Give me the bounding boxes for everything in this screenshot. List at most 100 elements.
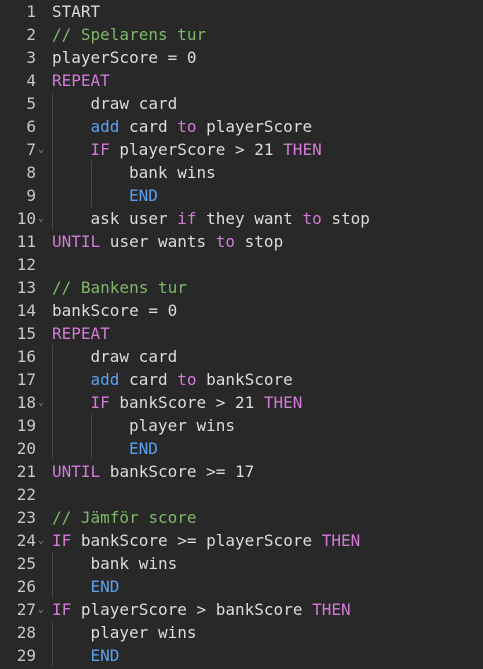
code-token: stop [235, 232, 284, 251]
code-line[interactable]: 13 // Bankens tur [0, 276, 483, 299]
fold-chevron-icon[interactable]: ⌄ [38, 138, 48, 161]
line-number: 26 [16, 577, 36, 596]
code-token: REPEAT [52, 324, 110, 343]
code-line[interactable]: 29 END [0, 644, 483, 667]
code-text: IF playerScore > 21 THEN [91, 138, 322, 161]
code-line[interactable]: 17 add card to bankScore [0, 368, 483, 391]
code-token: bankScore [196, 370, 293, 389]
code-line[interactable]: 27 ⌄ IF playerScore > bankScore THEN [0, 598, 483, 621]
code-token: if [177, 209, 197, 228]
code-token: playerScore > 21 [109, 140, 284, 159]
fold-chevron-icon[interactable]: ⌄ [38, 598, 48, 621]
line-number: 23 [16, 508, 36, 527]
fold-chevron-icon[interactable]: ⌄ [38, 529, 48, 552]
code-token: UNTIL [52, 462, 101, 481]
code-line[interactable]: 19 player wins [0, 414, 483, 437]
code-token: bankScore >= 17 [100, 462, 255, 481]
code-line[interactable]: 18 ⌄ IF bankScore > 21 THEN [0, 391, 483, 414]
code-text: END [91, 644, 120, 667]
code-line[interactable]: 23 // Jämför score [0, 506, 483, 529]
code-line[interactable]: 21 UNTIL bankScore >= 17 [0, 460, 483, 483]
code-token: stop [321, 209, 370, 228]
line-number: 21 [16, 462, 36, 481]
code-line[interactable]: 12 [0, 253, 483, 276]
line-number: 24 [16, 531, 36, 550]
code-text: player wins [91, 621, 197, 644]
line-number: 7 [26, 140, 36, 159]
line-number: 5 [26, 94, 36, 113]
line-number: 10 [16, 209, 36, 228]
code-text: START [52, 0, 100, 23]
code-line[interactable]: 2 // Spelarens tur [0, 23, 483, 46]
code-token: END [90, 646, 120, 665]
code-text: add card to playerScore [91, 115, 313, 138]
code-text: IF playerScore > bankScore THEN [52, 598, 351, 621]
code-line[interactable]: 6 add card to playerScore [0, 115, 483, 138]
line-number: 22 [16, 485, 36, 504]
line-number: 4 [26, 71, 36, 90]
line-number: 13 [16, 278, 36, 297]
code-line[interactable]: 24 ⌄ IF bankScore >= playerScore THEN [0, 529, 483, 552]
code-token: IF [52, 600, 72, 619]
code-token: playerScore [196, 117, 313, 136]
code-token: draw card [90, 347, 178, 366]
code-text: IF bankScore > 21 THEN [91, 391, 303, 414]
line-number: 29 [16, 646, 36, 665]
code-token: bankScore >= playerScore [71, 531, 322, 550]
code-line[interactable]: 14 bankScore = 0 [0, 299, 483, 322]
code-token: // Jämför score [52, 508, 197, 527]
line-number: 19 [16, 416, 36, 435]
code-token: bank wins [90, 554, 178, 573]
code-text: draw card [91, 345, 178, 368]
code-token: player wins [129, 416, 235, 435]
code-line[interactable]: 26 END [0, 575, 483, 598]
code-token: draw card [90, 94, 178, 113]
code-token: playerScore > bankScore [71, 600, 313, 619]
line-number: 25 [16, 554, 36, 573]
code-line[interactable]: 7 ⌄ IF playerScore > 21 THEN [0, 138, 483, 161]
code-line[interactable]: 8 bank wins [0, 161, 483, 184]
code-line[interactable]: 9 END [0, 184, 483, 207]
fold-chevron-icon[interactable]: ⌄ [38, 207, 48, 230]
code-line[interactable]: 25 bank wins [0, 552, 483, 575]
line-number: 8 [26, 163, 36, 182]
code-line[interactable]: 22 [0, 483, 483, 506]
code-token: REPEAT [52, 71, 110, 90]
code-line[interactable]: 16 draw card [0, 345, 483, 368]
code-text: IF bankScore >= playerScore THEN [52, 529, 360, 552]
code-line[interactable]: 1 START [0, 0, 483, 23]
code-token: THEN [283, 140, 322, 159]
code-token: card [119, 117, 178, 136]
code-line[interactable]: 4 REPEAT [0, 69, 483, 92]
code-text: bank wins [129, 161, 216, 184]
fold-chevron-icon[interactable]: ⌄ [38, 391, 48, 414]
line-number: 28 [16, 623, 36, 642]
code-text: // Spelarens tur [52, 23, 206, 46]
code-text: bank wins [91, 552, 178, 575]
code-text: END [129, 184, 158, 207]
code-line[interactable]: 11 UNTIL user wants to stop [0, 230, 483, 253]
code-token: bankScore = 0 [52, 301, 178, 320]
code-token: UNTIL [52, 232, 101, 251]
code-text: UNTIL bankScore >= 17 [52, 460, 254, 483]
code-line[interactable]: 10 ⌄ ask user if they want to stop [0, 207, 483, 230]
code-line[interactable]: 3 playerScore = 0 [0, 46, 483, 69]
code-line[interactable]: 15 REPEAT [0, 322, 483, 345]
code-line[interactable]: 28 player wins [0, 621, 483, 644]
line-number: 20 [16, 439, 36, 458]
code-text: ask user if they want to stop [91, 207, 370, 230]
line-number: 18 [16, 393, 36, 412]
line-number: 6 [26, 117, 36, 136]
code-line[interactable]: 5 draw card [0, 92, 483, 115]
code-editor[interactable]: 1 START 2 // Spelarens tur 3 playerScore = 0 4… [0, 0, 483, 669]
code-line[interactable]: 20 END [0, 437, 483, 460]
code-text: playerScore = 0 [52, 46, 197, 69]
line-number: 17 [16, 370, 36, 389]
code-token: // Spelarens tur [52, 25, 207, 44]
code-token: player wins [90, 623, 197, 642]
code-token: IF [90, 140, 110, 159]
code-token: to [302, 209, 322, 228]
line-number: 11 [16, 232, 36, 251]
code-token: START [52, 2, 101, 21]
code-text: REPEAT [52, 69, 110, 92]
